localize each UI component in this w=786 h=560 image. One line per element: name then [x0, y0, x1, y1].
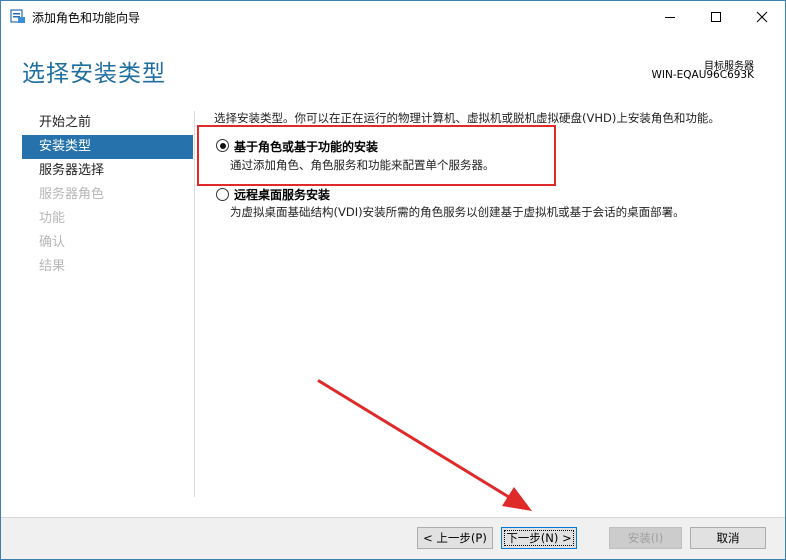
nav-item-server-roles: 服务器角色 — [39, 187, 105, 202]
minimize-button[interactable] — [647, 1, 693, 32]
minimize-icon — [665, 16, 675, 18]
server-manager-icon — [10, 9, 25, 23]
close-button[interactable] — [739, 1, 785, 32]
nav-item-confirmation: 确认 — [39, 235, 66, 250]
nav-divider — [194, 111, 195, 497]
title-bar[interactable]: 添加角色和功能向导 — [1, 1, 785, 32]
window-title: 添加角色和功能向导 — [32, 11, 141, 25]
next-button[interactable]: 下一步(N) > — [501, 527, 577, 549]
annotation-highlight-box — [197, 125, 556, 186]
previous-button[interactable]: < 上一步(P) — [417, 527, 493, 549]
close-icon — [756, 11, 768, 22]
wizard-window: 添加角色和功能向导 选择安装类型 目标服务器 WIN-EQAU96C693K 开… — [0, 0, 786, 560]
remote-desktop-install-description: 为虚拟桌面基础结构(VDI)安装所需的角色服务以创建基于虚拟机或基于会话的桌面部… — [230, 205, 685, 219]
wizard-steps-nav: 开始之前 安装类型 服务器选择 服务器角色 功能 确认 结果 — [22, 111, 193, 279]
maximize-icon — [711, 11, 721, 22]
nav-item-features: 功能 — [39, 211, 66, 226]
intro-text: 选择安装类型。你可以在正在运行的物理计算机、虚拟机或脱机虚拟硬盘(VHD)上安装… — [214, 111, 720, 125]
install-button: 安装(I) — [609, 527, 682, 549]
remote-desktop-install-radio[interactable] — [216, 188, 229, 201]
nav-item-before-you-begin[interactable]: 开始之前 — [22, 111, 193, 135]
nav-item-installation-type[interactable]: 安装类型 — [22, 135, 193, 159]
annotation-arrow-icon — [317, 379, 532, 511]
nav-item-server-selection[interactable]: 服务器选择 — [22, 159, 193, 183]
destination-server-name: WIN-EQAU96C693K — [651, 69, 754, 81]
nav-item-results: 结果 — [39, 259, 66, 274]
page-title: 选择安装类型 — [22, 61, 166, 87]
maximize-button[interactable] — [693, 1, 739, 32]
remote-desktop-install-label[interactable]: 远程桌面服务安装 — [234, 186, 330, 203]
cancel-button[interactable]: 取消 — [690, 527, 766, 549]
